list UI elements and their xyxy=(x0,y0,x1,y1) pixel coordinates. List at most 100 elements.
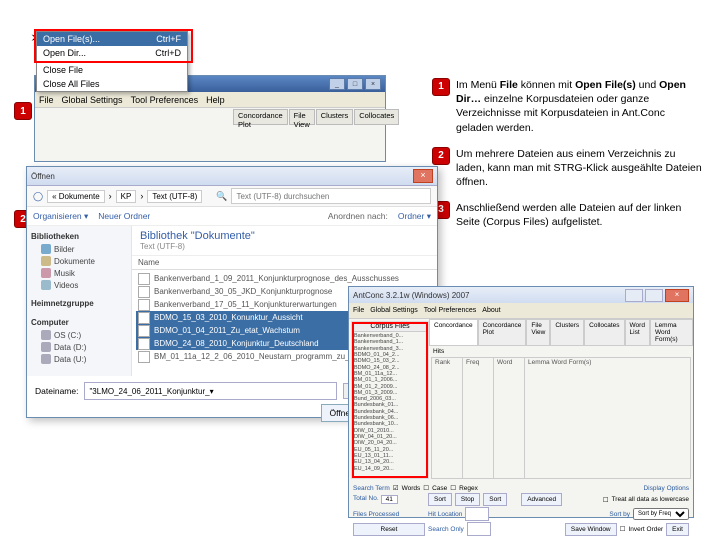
totalno-label: Total No. xyxy=(353,495,379,504)
organize-button[interactable]: Organisieren ▾ xyxy=(33,211,88,222)
tab-collocates[interactable]: Collocates xyxy=(584,319,624,346)
back-icon[interactable]: ◯ xyxy=(33,191,43,202)
titlebar[interactable]: AntConc 3.2.1w (Windows) 2007 × xyxy=(349,287,693,303)
menubar: File Global Settings Tool Preferences Ab… xyxy=(349,303,693,319)
breadcrumb[interactable]: KP xyxy=(116,190,137,203)
tab-lemma[interactable]: Lemma Word Form(s) xyxy=(650,319,693,346)
sortby-label: Sort by xyxy=(609,511,630,518)
tab-concordance[interactable]: Concordance xyxy=(429,319,478,346)
dlg-sidebar: Bibliotheken Bilder Dokumente Musik Vide… xyxy=(27,226,132,376)
close-icon[interactable]: × xyxy=(365,78,381,90)
sidebar-item[interactable]: Musik xyxy=(29,267,129,279)
menu-file[interactable]: File xyxy=(39,95,54,105)
totalno-value: 41 xyxy=(381,495,398,504)
minimize-icon[interactable] xyxy=(625,289,643,302)
invert-cb[interactable]: Invert Order xyxy=(628,526,663,533)
file-icon xyxy=(138,286,150,298)
step-marker-1: 1 xyxy=(432,78,450,96)
menubar: File Global Settings Tool Preferences He… xyxy=(35,92,385,108)
savewin-button[interactable]: Save Window xyxy=(565,523,617,536)
highlight-box-3 xyxy=(352,322,428,478)
breadcrumb[interactable]: Text (UTF-8) xyxy=(147,190,202,203)
file-icon xyxy=(138,338,150,350)
reset-button[interactable]: Reset xyxy=(353,523,425,536)
hitloc-spin[interactable] xyxy=(465,507,489,521)
menu-about[interactable]: About xyxy=(482,307,500,314)
hitloc-label: Hit Location xyxy=(428,511,462,518)
callout-1: 1 xyxy=(14,102,32,120)
tab-fileview[interactable]: File View xyxy=(289,109,315,125)
tab-collocates[interactable]: Collocates xyxy=(354,109,399,125)
arrange-value[interactable]: Ordner ▾ xyxy=(398,211,431,222)
file-icon xyxy=(138,351,150,363)
step-1-text: Im Menü File können mit Open File(s) und… xyxy=(456,78,702,135)
sidebar-item[interactable]: Videos xyxy=(29,279,129,291)
tab-fileview[interactable]: File View xyxy=(526,319,550,346)
maximize-icon[interactable]: □ xyxy=(347,78,363,90)
searchonly-label: Search Only xyxy=(428,526,464,533)
sidebar-item[interactable]: Bilder xyxy=(29,243,129,255)
tab-concplot[interactable]: Concordance Plot xyxy=(233,109,288,125)
col-lemma: Lemma Word Form(s) xyxy=(525,358,690,478)
sortby-select[interactable]: Sort by Freq xyxy=(633,508,689,520)
sidebar-libs[interactable]: Bibliotheken xyxy=(29,230,129,243)
step-marker-2: 2 xyxy=(432,147,450,165)
sort2-button[interactable]: Sort xyxy=(483,493,507,506)
new-folder-button[interactable]: Neuer Ordner xyxy=(98,211,150,221)
search-icon: 🔍 xyxy=(216,191,227,202)
maximize-icon[interactable] xyxy=(645,289,663,302)
close-icon[interactable]: × xyxy=(413,169,433,183)
file-row[interactable]: Bankenverband_1_09_2011_Konjunkturprogno… xyxy=(136,272,433,285)
col-freq: Freq xyxy=(463,358,494,478)
menu-help[interactable]: Help xyxy=(206,95,225,105)
highlight-box-1 xyxy=(34,29,193,63)
sidebar-item[interactable]: Dokumente xyxy=(29,255,129,267)
sidebar-drive[interactable]: Data (D:) xyxy=(29,341,129,353)
col-rank: Rank xyxy=(432,358,463,478)
antconc-window-3: AntConc 3.2.1w (Windows) 2007 × File Glo… xyxy=(348,286,694,518)
file-icon xyxy=(138,273,150,285)
menu-close-file[interactable]: Close File xyxy=(37,63,187,77)
app3-title: AntConc 3.2.1w (Windows) 2007 xyxy=(353,291,470,300)
sidebar-homegroup[interactable]: Heimnetzgruppe xyxy=(29,297,129,310)
col-word: Word xyxy=(494,358,525,478)
arrange-label: Anordnen nach: xyxy=(328,211,388,221)
lowercase-cb[interactable]: Treat all data as lowercase xyxy=(612,496,689,503)
col-name[interactable]: Name xyxy=(132,256,165,269)
tab-concplot[interactable]: Concordance Plot xyxy=(478,319,527,346)
file-icon xyxy=(138,325,150,337)
case-cb[interactable]: Case xyxy=(432,485,447,492)
display-options: Display Options xyxy=(643,485,689,492)
menu-toolprefs[interactable]: Tool Preferences xyxy=(424,307,477,314)
searchonly-spin[interactable] xyxy=(467,522,491,536)
filename-input[interactable] xyxy=(84,382,337,400)
menu-toolprefs[interactable]: Tool Preferences xyxy=(131,95,199,105)
step-2-text: Um mehrere Dateien aus einem Verzeichnis… xyxy=(456,147,702,190)
sidebar-drive[interactable]: OS (C:) xyxy=(29,329,129,341)
menu-global[interactable]: Global Settings xyxy=(370,307,417,314)
breadcrumb[interactable]: « Dokumente xyxy=(47,190,105,203)
tab-clusters[interactable]: Clusters xyxy=(550,319,584,346)
sidebar-computer[interactable]: Computer xyxy=(29,316,129,329)
exit-button[interactable]: Exit xyxy=(666,523,689,536)
minimize-icon[interactable]: _ xyxy=(329,78,345,90)
menu-file[interactable]: File xyxy=(353,307,364,314)
advanced-button[interactable]: Advanced xyxy=(521,493,562,506)
steps: 1 Im Menü File können mit Open File(s) u… xyxy=(432,78,702,242)
hits-label: Hits xyxy=(429,346,693,357)
lib-sub: Text (UTF-8) xyxy=(140,242,185,251)
dlg-titlebar[interactable]: Öffnen × xyxy=(27,167,437,186)
stop-button[interactable]: Stop xyxy=(455,493,480,506)
menu-global[interactable]: Global Settings xyxy=(62,95,123,105)
words-cb[interactable]: Words xyxy=(402,485,421,492)
tab-clusters[interactable]: Clusters xyxy=(316,109,354,125)
regex-cb[interactable]: Regex xyxy=(459,485,478,492)
tab-wordlist[interactable]: Word List xyxy=(625,319,650,346)
sidebar-drive[interactable]: Data (U:) xyxy=(29,353,129,365)
sort-button[interactable]: Sort xyxy=(428,493,452,506)
lib-title: Bibliothek "Dokumente" xyxy=(132,226,437,242)
search-input[interactable] xyxy=(231,188,431,204)
corpus-files-panel: Corpus Files Bankenverband_0...Bankenver… xyxy=(351,321,429,479)
close-icon[interactable]: × xyxy=(665,289,689,302)
menu-close-all[interactable]: Close All Files xyxy=(37,77,187,91)
